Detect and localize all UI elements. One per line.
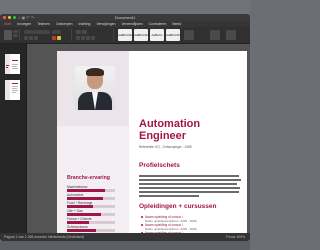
skill-bar: [67, 229, 115, 232]
copy-icon[interactable]: [13, 34, 18, 37]
education-institute: Naam opleidingsinstituut • 2005 - 2009: [145, 226, 197, 231]
paragraph-line: [139, 183, 237, 185]
styles-pane-button[interactable]: [184, 30, 194, 40]
highlight-button[interactable]: [57, 36, 61, 40]
italic-button[interactable]: [29, 36, 33, 40]
education-section-title: Opleidingen + cursussen: [139, 203, 217, 210]
paragraph-line: [139, 187, 240, 189]
paragraph-line: [139, 191, 239, 193]
skill-bar-fill: [67, 229, 96, 232]
paste-button[interactable]: [4, 30, 12, 40]
bullet-icon: [141, 216, 143, 218]
document-page[interactable]: Branche-ervaring Machinebouw Automotive Fo…: [57, 51, 247, 233]
status-bar: Pagina 1 van 2 268 woorden Nederlands (N…: [0, 233, 250, 241]
font-size-select[interactable]: [52, 30, 61, 34]
align-right-icon[interactable]: [86, 36, 90, 40]
status-right[interactable]: Focus 100%: [226, 233, 245, 241]
align-center-icon[interactable]: [81, 36, 85, 40]
skill-bar-fill: [67, 221, 89, 224]
dock: [0, 241, 250, 250]
style-no-spacing[interactable]: AaBbCcDdEe: [134, 29, 153, 41]
bold-button[interactable]: [24, 36, 28, 40]
bullets-icon[interactable]: [76, 30, 81, 34]
skill-bar: [67, 189, 115, 192]
page-thumbnails-pane: [0, 44, 27, 233]
dictate-icon[interactable]: [210, 30, 220, 40]
underline-button[interactable]: [34, 36, 38, 40]
paragraph-line: [139, 195, 199, 197]
word-window: ⌂ ▣ ↶ ↷ Document1 Start Invoegen Tekenen…: [0, 14, 250, 241]
title-bar: ⌂ ▣ ↶ ↷ Document1: [0, 14, 250, 21]
document-title: Document1: [114, 15, 136, 20]
page-thumbnail-1[interactable]: [5, 54, 20, 74]
numbering-icon[interactable]: [82, 30, 87, 34]
ribbon-toolbar: AaBbCcDdEe AaBbCcDdEe AaBbCc AaBbCcDd: [0, 27, 250, 44]
clipboard-group: [2, 29, 20, 41]
branch-experience-title: Branche-ervaring: [67, 175, 110, 181]
page-thumbnail-2[interactable]: [5, 80, 20, 100]
profile-section-title: Profielschets: [139, 162, 180, 169]
style-heading-1[interactable]: AaBbCc: [150, 29, 164, 41]
paragraph-line: [139, 179, 241, 181]
bullet-icon: [141, 224, 143, 226]
skill-bar-fill: [67, 197, 103, 200]
skill-bar-fill: [67, 205, 93, 208]
align-left-icon[interactable]: [76, 36, 80, 40]
style-normal[interactable]: AaBbCcDdEe: [118, 29, 137, 41]
skill-bar-fill: [67, 189, 105, 192]
skill-bar: [67, 213, 115, 216]
education-institute: Naam opleidingsinstituut • 2005 - 2009: [145, 218, 197, 223]
skill-bar: [67, 197, 115, 200]
document-canvas: Branche-ervaring Machinebouw Automotive Fo…: [27, 44, 250, 233]
cv-title: Automation Engineer: [139, 118, 201, 142]
paragraph-line: [139, 175, 239, 177]
justify-icon[interactable]: [91, 36, 95, 40]
skill-bar: [67, 221, 115, 224]
font-color-button[interactable]: [52, 36, 56, 40]
font-family-select[interactable]: [24, 30, 50, 34]
skill-bar-fill: [67, 213, 101, 216]
paragraph-group: [74, 29, 114, 41]
cv-reference: Referentie: IIO - Ontwerpinger - 1989: [139, 145, 192, 149]
profile-photo: [75, 66, 115, 110]
cut-icon[interactable]: [13, 30, 18, 33]
skill-bar: [67, 205, 115, 208]
status-left: Pagina 1 van 2 268 woorden Nederlands (N…: [4, 235, 85, 239]
cv-sidebar: Branche-ervaring Machinebouw Automotive Fo…: [57, 51, 129, 233]
style-heading-2[interactable]: AaBbCcDd: [166, 29, 181, 41]
font-group: [22, 29, 72, 41]
editor-icon[interactable]: [226, 30, 236, 40]
